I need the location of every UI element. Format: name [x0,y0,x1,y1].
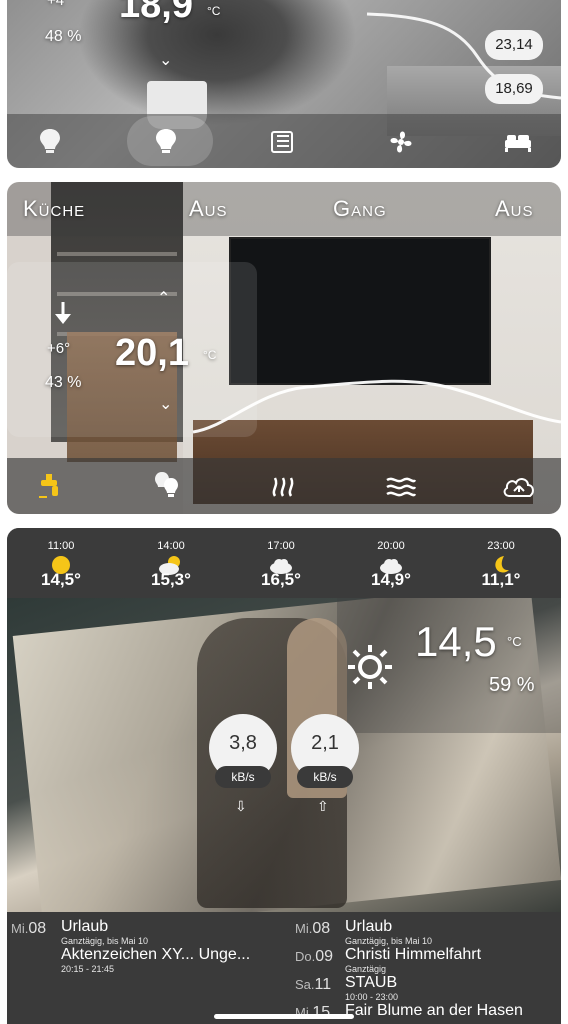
graph-max-bubble: 23,14 [485,30,543,60]
home-indicator[interactable] [214,1014,354,1019]
calendar-subtitle: 20:15 - 21:45 [61,964,115,974]
graph-min-bubble: 18,69 [485,74,543,104]
forecast-time: 20:00 [377,540,405,552]
current-temp-unit: °C [507,634,522,649]
calendar-weekday: Do.09 [295,948,334,965]
cloud-sync-icon[interactable] [501,472,537,500]
upload-unit: kB/s [297,766,353,788]
room-name-kitchen: Küche [23,196,86,221]
forecast-time: 17:00 [267,540,295,552]
lightbulb-icon[interactable] [155,128,177,156]
forecast-time: 14:00 [157,540,185,552]
arrow-down-icon [55,302,71,324]
calendar-column-left: Mi.08 Urlaub Ganztägig, bis Mai 10 Akten… [11,918,281,974]
chevron-up-icon[interactable]: ⌃ [157,288,170,308]
bed-icon[interactable] [503,130,533,154]
kitchen-temp-unit: °C [203,348,217,362]
living-room-humidity: 48 % [45,28,82,45]
calendar-entry[interactable]: Aktenzeichen XY... Unge... 20:15 - 21:45 [11,946,281,974]
forecast-item: 14:00 15,3° [131,540,211,590]
calendar-subtitle: Ganztägig, bis Mai 10 [345,936,433,946]
heating-icon[interactable] [269,472,299,500]
forecast-time: 23:00 [487,540,515,552]
sun-outline-icon [348,645,392,689]
forecast-time: 11:00 [47,540,75,552]
calendar-entry[interactable]: Mi.08 Urlaub Ganztägig, bis Mai 10 [11,918,281,946]
download-arrow-icon: ⇩ [235,798,247,814]
calendar-subtitle: Ganztägig, bis Mai 10 [61,936,149,946]
room-state-kitchen[interactable]: Aus [189,196,228,222]
calendar-entry[interactable]: Do.09 Christi Himmelfahrt Ganztägig [295,946,561,974]
calendar-subtitle: 10:00 - 23:00 [345,992,399,1002]
kitchen-temperature: 20,1 [115,332,189,374]
download-value: 3,8 [229,732,257,754]
lightbulbs-icon[interactable] [153,470,181,500]
calendar-entry[interactable]: Sa.11 STAUB 10:00 - 23:00 [295,974,561,1002]
forecast-item: 23:00 11,1° [461,540,541,590]
calendar-title: Aktenzeichen XY... Unge... [61,946,251,963]
kitchen-delta: +6° [47,340,71,357]
faucet-icon[interactable] [37,472,63,500]
kitchen-card[interactable]: Küche Aus Gang Aus +6° 43 % ⌃ 20,1 °C ⌄ [7,182,561,514]
calendar-entry[interactable]: Mi.08 Urlaub Ganztägig, bis Mai 10 [295,918,561,946]
forecast-item: 20:00 14,9° [351,540,431,590]
background-photo: 14,5 °C 59 % 3,8 kB/s 2,1 kB/s ⇩ ⇧ [7,598,561,912]
forecast-temp: 14,9° [371,570,411,589]
weather-card[interactable]: 11:00 14,5° 14:00 15,3° 17:00 16,5° 20:0… [7,528,561,1024]
lightbulb-icon[interactable] [39,128,61,156]
forecast-temp: 11,1° [481,570,521,589]
upload-speed: 2,1 kB/s [291,714,359,788]
living-room-delta: +4 [47,0,65,9]
upload-arrow-icon: ⇧ [317,798,329,814]
forecast-item: 17:00 16,5° [241,540,321,590]
living-room-temperature: 18,9 [119,0,193,26]
calendar-title: STAUB [345,974,398,991]
room-state-hallway[interactable]: Aus [495,196,534,222]
calendar-weekday: Sa.11 [295,976,332,993]
living-room-card[interactable]: +4 48 % 18,9 °C ⌄ 23,14 18,69 [7,0,561,168]
forecast-temp: 16,5° [261,570,301,589]
calendar-widget[interactable]: Mi.08 Urlaub Ganztägig, bis Mai 10 Akten… [7,912,561,1024]
room-status-bar [7,182,561,236]
hourly-forecast: 11:00 14,5° 14:00 15,3° 17:00 16,5° 20:0… [7,528,561,598]
forecast-item: 11:00 14,5° [21,540,101,590]
kitchen-humidity: 43 % [45,374,82,391]
upload-value: 2,1 [311,732,339,754]
room-name-hallway: Gang [333,196,387,221]
calendar-column-right: Mi.08 Urlaub Ganztägig, bis Mai 10 Do.09… [295,918,561,1024]
chevron-down-icon[interactable]: ⌄ [159,394,172,414]
download-speed: 3,8 kB/s [209,714,277,788]
calendar-title: Urlaub [345,918,393,935]
calendar-title: Christi Himmelfahrt [345,946,482,963]
calendar-weekday: Mi.15 [295,1004,331,1021]
current-humidity: 59 % [489,674,535,696]
fan-icon[interactable] [387,128,415,156]
current-temperature: 14,5 [415,618,497,665]
calendar-title: Fair Blume an der Hasen [345,1002,523,1019]
forecast-temp: 14,5° [41,570,81,589]
forecast-temp: 15,3° [151,570,191,589]
calendar-title: Urlaub [61,918,109,935]
calendar-entry[interactable]: Mi.15 Fair Blume an der Hasen [295,1002,561,1024]
living-room-temp-unit: °C [207,4,221,18]
calendar-weekday: Mi.08 [295,920,331,937]
download-unit: kB/s [215,766,271,788]
radiator-icon[interactable] [269,128,297,156]
kitchen-controls [7,458,561,514]
living-room-controls [7,114,561,168]
water-waves-icon[interactable] [385,472,417,500]
calendar-subtitle: Ganztägig [345,964,387,974]
chevron-down-icon[interactable]: ⌄ [159,50,172,70]
calendar-weekday: Mi.08 [11,920,47,937]
